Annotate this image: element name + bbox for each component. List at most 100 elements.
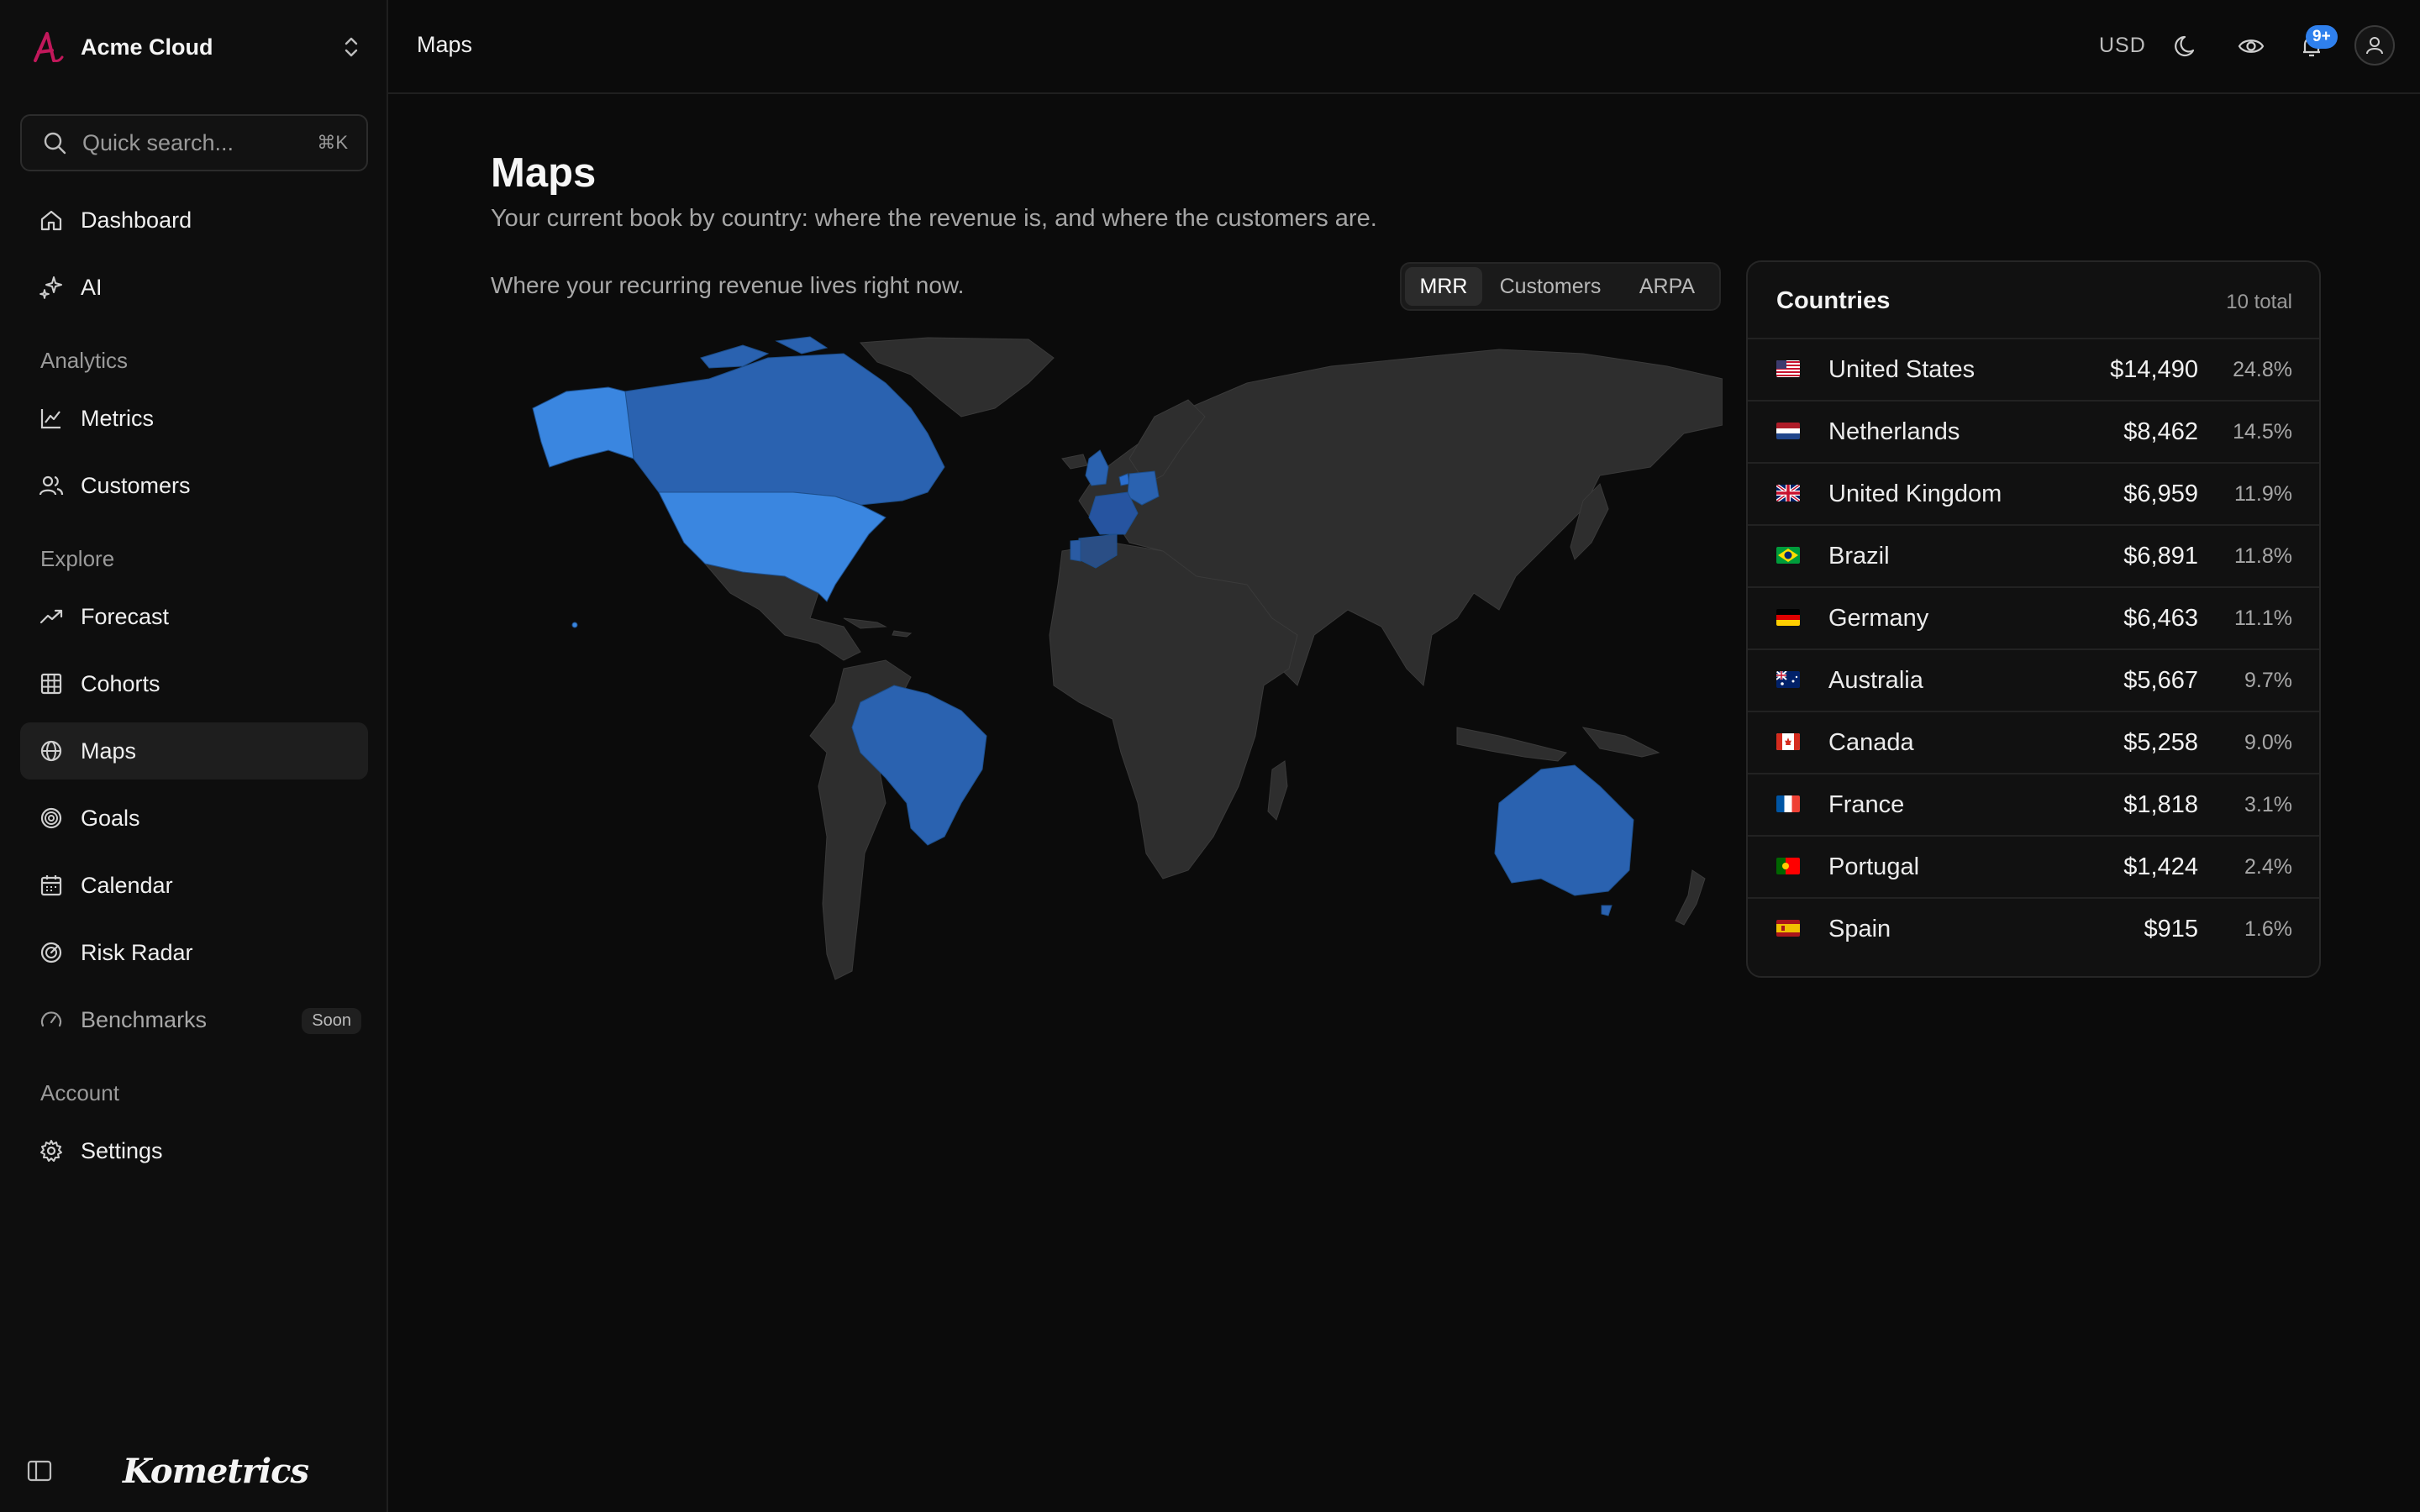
- country-row[interactable]: United Kingdom $6,959 11.9%: [1748, 462, 2319, 524]
- flag-nl-icon: [1776, 423, 1800, 439]
- sidebar-item-cohorts[interactable]: Cohorts: [20, 655, 368, 712]
- flag-fr-icon: [1776, 795, 1800, 812]
- country-name: Spain: [1828, 916, 1891, 942]
- map-caption: Where your recurring revenue lives right…: [491, 272, 965, 298]
- search-icon: [44, 132, 66, 155]
- sidebar-item-risk-radar[interactable]: Risk Radar: [20, 924, 368, 981]
- country-mrr: $915: [2144, 916, 2198, 942]
- country-share: 11.1%: [2233, 606, 2292, 630]
- map-australia: [1494, 764, 1634, 896]
- country-mrr: $6,891: [2123, 543, 2198, 570]
- flag-ca-icon: [1776, 733, 1800, 750]
- page-title: Maps: [491, 150, 597, 196]
- country-name: Germany: [1828, 605, 1929, 632]
- world-map: [532, 336, 1723, 980]
- section-label-analytics: Analytics: [40, 348, 129, 373]
- quick-search[interactable]: Quick search... ⌘K: [20, 114, 368, 171]
- sidebar-item-label: Maps: [81, 738, 137, 764]
- sidebar-item-label: Risk Radar: [81, 939, 193, 965]
- sidebar-item-label: Metrics: [81, 405, 154, 431]
- soon-badge: Soon: [302, 1008, 361, 1034]
- map-madagascar: [1267, 760, 1288, 821]
- country-share: 9.7%: [2244, 669, 2292, 692]
- country-mrr: $1,424: [2123, 853, 2198, 880]
- map-tasmania: [1601, 905, 1612, 916]
- map-alaska: [532, 386, 634, 468]
- map-uk: [1085, 449, 1109, 486]
- countries-title: Countries: [1776, 287, 1891, 314]
- country-row[interactable]: United States $14,490 24.8%: [1748, 338, 2319, 400]
- country-share: 1.6%: [2244, 917, 2292, 941]
- gauge-icon: [40, 1011, 62, 1027]
- sidebar-item-forecast[interactable]: Forecast: [20, 588, 368, 645]
- country-name: Portugal: [1828, 853, 1920, 880]
- brand-logo: Kometrics: [123, 1452, 309, 1491]
- radar-icon: [40, 942, 62, 963]
- country-mrr: $14,490: [2110, 356, 2198, 383]
- moon-icon[interactable]: [2173, 32, 2202, 60]
- sidebar-item-calendar[interactable]: Calendar: [20, 857, 368, 914]
- sparkles-icon: [39, 276, 62, 299]
- calendar-icon: [40, 875, 62, 896]
- sidebar: Acme Cloud Quick search... ⌘K Dashboard …: [0, 0, 388, 1512]
- currency-selector[interactable]: USD: [2099, 34, 2146, 58]
- sidebar-item-metrics[interactable]: Metrics: [20, 390, 368, 447]
- country-name: Australia: [1828, 667, 1923, 694]
- eye-icon[interactable]: [2237, 32, 2265, 60]
- country-mrr: $5,667: [2123, 667, 2198, 694]
- country-mrr: $1,818: [2123, 791, 2198, 818]
- grid-icon: [40, 673, 62, 695]
- trending-up-icon: [39, 609, 63, 624]
- map-new-zealand: [1675, 869, 1706, 926]
- countries-panel: Countries 10 total United States $14,490…: [1746, 260, 2321, 978]
- sidebar-toggle-icon[interactable]: [25, 1457, 54, 1485]
- section-label-explore: Explore: [40, 546, 115, 571]
- users-icon: [39, 475, 64, 496]
- country-row[interactable]: Spain $915 1.6%: [1748, 897, 2319, 959]
- tab-arpa[interactable]: ARPA: [1618, 267, 1716, 306]
- map-portugal: [1070, 539, 1081, 562]
- sidebar-item-label: Customers: [81, 472, 191, 498]
- country-row[interactable]: Brazil $6,891 11.8%: [1748, 524, 2319, 586]
- country-mrr: $5,258: [2123, 729, 2198, 756]
- country-row[interactable]: Canada $5,258 9.0%: [1748, 711, 2319, 773]
- countries-total: 10 total: [2226, 291, 2292, 313]
- globe-icon: [40, 740, 62, 762]
- country-name: Canada: [1828, 729, 1914, 756]
- sidebar-item-settings[interactable]: Settings: [20, 1122, 368, 1179]
- country-share: 2.4%: [2244, 855, 2292, 879]
- country-row[interactable]: Germany $6,463 11.1%: [1748, 586, 2319, 648]
- flag-gb-icon: [1776, 485, 1800, 501]
- flag-us-icon: [1776, 360, 1800, 377]
- sidebar-item-maps[interactable]: Maps: [20, 722, 368, 780]
- country-row[interactable]: Netherlands $8,462 14.5%: [1748, 400, 2319, 462]
- country-share: 24.8%: [2233, 358, 2292, 381]
- sidebar-item-ai[interactable]: AI: [20, 259, 368, 316]
- country-name: United States: [1828, 356, 1975, 383]
- section-label-account: Account: [40, 1080, 119, 1105]
- avatar[interactable]: [2354, 25, 2395, 66]
- topbar: Maps USD 9+: [388, 0, 2420, 94]
- workspace-switcher[interactable]: Acme Cloud: [29, 25, 365, 69]
- page-subtitle: Your current book by country: where the …: [491, 205, 1377, 232]
- sidebar-item-dashboard[interactable]: Dashboard: [20, 192, 368, 249]
- map-caribbean: [843, 617, 913, 638]
- home-icon: [40, 210, 62, 231]
- sidebar-item-customers[interactable]: Customers: [20, 457, 368, 514]
- country-mrr: $6,463: [2123, 605, 2198, 632]
- sidebar-item-goals[interactable]: Goals: [20, 790, 368, 847]
- country-row[interactable]: Portugal $1,424 2.4%: [1748, 835, 2319, 897]
- sidebar-item-benchmarks[interactable]: Benchmarks Soon: [20, 991, 368, 1048]
- country-share: 9.0%: [2244, 731, 2292, 754]
- country-name: France: [1828, 791, 1905, 818]
- country-row[interactable]: Australia $5,667 9.7%: [1748, 648, 2319, 711]
- country-share: 14.5%: [2233, 420, 2292, 444]
- sidebar-item-label: Settings: [81, 1137, 163, 1163]
- tab-mrr[interactable]: MRR: [1405, 267, 1482, 306]
- tab-customers[interactable]: Customers: [1487, 267, 1613, 306]
- country-share: 11.8%: [2233, 544, 2292, 568]
- acme-logo-icon: [34, 32, 64, 62]
- sidebar-item-label: Benchmarks: [81, 1006, 208, 1032]
- country-row[interactable]: France $1,818 3.1%: [1748, 773, 2319, 835]
- line-chart-icon: [40, 409, 60, 429]
